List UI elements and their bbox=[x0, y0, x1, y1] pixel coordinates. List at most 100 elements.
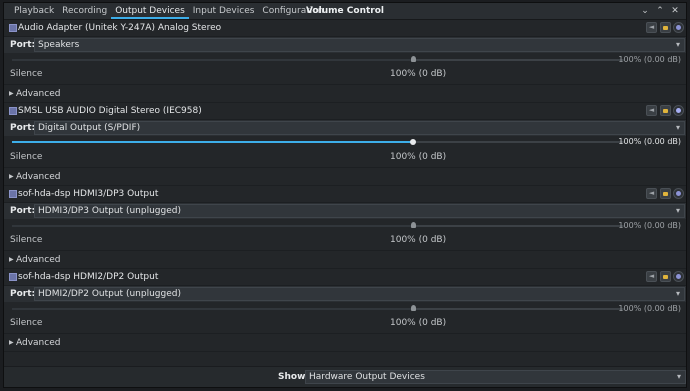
advanced-label: Advanced bbox=[16, 255, 61, 265]
advanced-label: Advanced bbox=[16, 172, 61, 182]
show-filter-select[interactable]: Hardware Output Devices ▾ bbox=[305, 370, 686, 384]
tab-playback[interactable]: Playback bbox=[10, 3, 58, 19]
advanced-expander[interactable]: ▶ Advanced bbox=[4, 333, 686, 352]
lock-channels-icon[interactable] bbox=[660, 188, 671, 199]
maximize-icon[interactable]: ⌃ bbox=[655, 4, 665, 18]
chevron-down-icon: ▾ bbox=[675, 206, 680, 215]
volume-max-label: 100% (0.00 dB) bbox=[618, 55, 681, 64]
tab-input-devices[interactable]: Input Devices bbox=[189, 3, 259, 19]
expand-arrow-icon: ▶ bbox=[9, 256, 14, 263]
volume-slider-handle[interactable] bbox=[410, 56, 416, 62]
volume-slider[interactable] bbox=[12, 56, 624, 62]
device-header: SMSL USB AUDIO Digital Stereo (IEC958) ◄ bbox=[4, 103, 686, 120]
volume-slider[interactable] bbox=[12, 305, 624, 311]
volume-area: 100% (0.00 dB) Silence 100% (0 dB) bbox=[4, 54, 686, 84]
mute-speaker-icon[interactable]: ◄ bbox=[646, 105, 657, 116]
volume-slider-handle[interactable] bbox=[410, 305, 416, 311]
minimize-icon[interactable]: ⌄ bbox=[640, 4, 650, 18]
volume-unity-label: 100% (0 dB) bbox=[390, 235, 447, 245]
volume-slider[interactable] bbox=[12, 139, 624, 145]
volume-slider-fill bbox=[12, 225, 413, 227]
port-row: Port: Digital Output (S/PDIF) ▾ bbox=[4, 120, 686, 136]
volume-unity-label: 100% (0 dB) bbox=[390, 152, 447, 162]
volume-slider-fill bbox=[12, 59, 413, 61]
expand-arrow-icon: ▶ bbox=[9, 90, 14, 97]
audio-card-icon bbox=[9, 273, 17, 281]
port-value: HDMI2/DP2 Output (unplugged) bbox=[38, 289, 181, 299]
volume-slider-fill bbox=[12, 141, 413, 143]
volume-unity-label: 100% (0 dB) bbox=[390, 69, 447, 79]
device-header: sof-hda-dsp HDMI2/DP2 Output ◄ bbox=[4, 269, 686, 286]
device-hdmi3-dp3: sof-hda-dsp HDMI3/DP3 Output ◄ Port: HDM… bbox=[4, 186, 686, 269]
mute-speaker-icon[interactable]: ◄ bbox=[646, 22, 657, 33]
port-select[interactable]: Digital Output (S/PDIF) ▾ bbox=[34, 121, 685, 135]
audio-card-icon bbox=[9, 24, 17, 32]
tab-bar: Playback Recording Output Devices Input … bbox=[10, 3, 327, 19]
chevron-down-icon: ▾ bbox=[676, 372, 681, 381]
title-bar: Playback Recording Output Devices Input … bbox=[4, 3, 686, 20]
volume-max-label: 100% (0.00 dB) bbox=[618, 137, 681, 146]
device-name: Audio Adapter (Unitek Y-247A) Analog Ste… bbox=[18, 23, 222, 33]
advanced-label: Advanced bbox=[16, 89, 61, 99]
mute-speaker-icon[interactable]: ◄ bbox=[646, 188, 657, 199]
port-row: Port: Speakers ▾ bbox=[4, 37, 686, 53]
device-header: sof-hda-dsp HDMI3/DP3 Output ◄ bbox=[4, 186, 686, 203]
port-select[interactable]: Speakers ▾ bbox=[34, 38, 685, 52]
show-filter-value: Hardware Output Devices bbox=[309, 372, 425, 382]
footer-bar: Show: Hardware Output Devices ▾ bbox=[4, 366, 686, 387]
volume-slider[interactable] bbox=[12, 222, 624, 228]
set-default-icon[interactable] bbox=[673, 271, 684, 282]
chevron-down-icon: ▾ bbox=[675, 123, 680, 132]
port-label: Port: bbox=[10, 123, 36, 133]
silence-label: Silence bbox=[10, 69, 43, 79]
mute-speaker-icon[interactable]: ◄ bbox=[646, 271, 657, 282]
port-label: Port: bbox=[10, 289, 36, 299]
advanced-expander[interactable]: ▶ Advanced bbox=[4, 167, 686, 186]
audio-card-icon bbox=[9, 107, 17, 115]
audio-card-icon bbox=[9, 190, 17, 198]
device-hdmi2-dp2: sof-hda-dsp HDMI2/DP2 Output ◄ Port: HDM… bbox=[4, 269, 686, 352]
volume-area: 100% (0.00 dB) Silence 100% (0 dB) bbox=[4, 220, 686, 250]
port-value: Digital Output (S/PDIF) bbox=[38, 123, 141, 133]
device-header: Audio Adapter (Unitek Y-247A) Analog Ste… bbox=[4, 20, 686, 37]
close-icon[interactable]: ✕ bbox=[670, 4, 680, 18]
port-select[interactable]: HDMI2/DP2 Output (unplugged) ▾ bbox=[34, 287, 685, 301]
port-value: HDMI3/DP3 Output (unplugged) bbox=[38, 206, 181, 216]
silence-label: Silence bbox=[10, 318, 43, 328]
port-row: Port: HDMI2/DP2 Output (unplugged) ▾ bbox=[4, 286, 686, 302]
silence-label: Silence bbox=[10, 235, 43, 245]
tab-recording[interactable]: Recording bbox=[58, 3, 111, 19]
advanced-label: Advanced bbox=[16, 338, 61, 348]
expand-arrow-icon: ▶ bbox=[9, 339, 14, 346]
volume-max-label: 100% (0.00 dB) bbox=[618, 221, 681, 230]
set-default-icon[interactable] bbox=[673, 22, 684, 33]
lock-channels-icon[interactable] bbox=[660, 271, 671, 282]
port-value: Speakers bbox=[38, 40, 80, 50]
volume-max-label: 100% (0.00 dB) bbox=[618, 304, 681, 313]
volume-slider-handle[interactable] bbox=[409, 139, 416, 145]
expand-arrow-icon: ▶ bbox=[9, 173, 14, 180]
lock-channels-icon[interactable] bbox=[660, 22, 671, 33]
device-name: sof-hda-dsp HDMI3/DP3 Output bbox=[18, 189, 159, 199]
tab-output-devices[interactable]: Output Devices bbox=[111, 3, 189, 19]
volume-control-window: Playback Recording Output Devices Input … bbox=[3, 2, 687, 388]
advanced-expander[interactable]: ▶ Advanced bbox=[4, 84, 686, 103]
volume-area: 100% (0.00 dB) Silence 100% (0 dB) bbox=[4, 303, 686, 333]
set-default-icon[interactable] bbox=[673, 105, 684, 116]
lock-channels-icon[interactable] bbox=[660, 105, 671, 116]
silence-label: Silence bbox=[10, 152, 43, 162]
volume-area: 100% (0.00 dB) Silence 100% (0 dB) bbox=[4, 137, 686, 167]
device-audio-adapter: Audio Adapter (Unitek Y-247A) Analog Ste… bbox=[4, 20, 686, 103]
chevron-down-icon: ▾ bbox=[675, 40, 680, 49]
port-select[interactable]: HDMI3/DP3 Output (unplugged) ▾ bbox=[34, 204, 685, 218]
port-label: Port: bbox=[10, 206, 36, 216]
device-name: sof-hda-dsp HDMI2/DP2 Output bbox=[18, 272, 159, 282]
device-name: SMSL USB AUDIO Digital Stereo (IEC958) bbox=[18, 106, 202, 116]
tab-configuration[interactable]: Configuration bbox=[258, 3, 327, 19]
port-row: Port: HDMI3/DP3 Output (unplugged) ▾ bbox=[4, 203, 686, 219]
volume-slider-fill bbox=[12, 308, 413, 310]
volume-unity-label: 100% (0 dB) bbox=[390, 318, 447, 328]
set-default-icon[interactable] bbox=[673, 188, 684, 199]
advanced-expander[interactable]: ▶ Advanced bbox=[4, 250, 686, 269]
volume-slider-handle[interactable] bbox=[410, 222, 416, 228]
